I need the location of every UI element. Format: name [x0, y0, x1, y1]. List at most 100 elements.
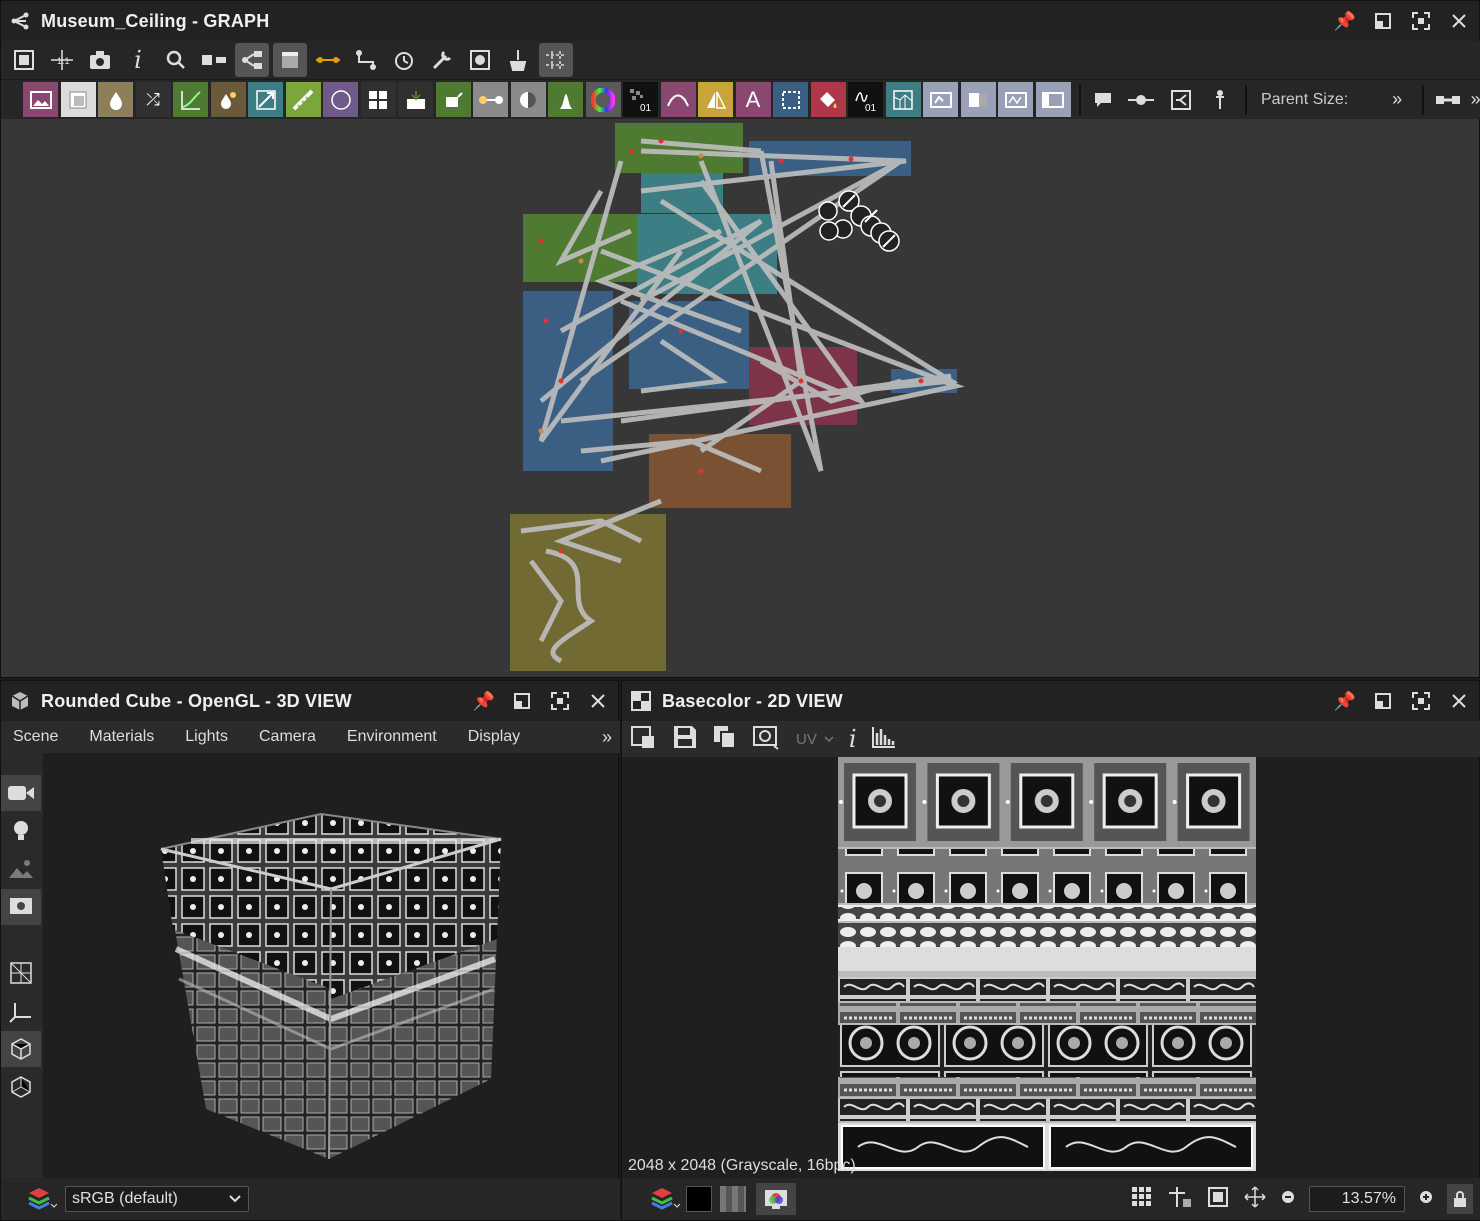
search-icon[interactable] [159, 43, 193, 77]
info-icon[interactable]: i [849, 725, 857, 753]
bounding-box-icon[interactable] [1, 1069, 41, 1105]
color-drop-icon[interactable] [210, 82, 246, 117]
pivot-icon[interactable] [1167, 1185, 1193, 1214]
shuffle-icon[interactable]: ⤮ [135, 82, 171, 117]
refresh-timer-icon[interactable] [387, 43, 421, 77]
fit-to-view-icon[interactable]: 1:1 [45, 43, 79, 77]
switch-node-icon[interactable] [1162, 82, 1200, 117]
float-icon[interactable] [1371, 689, 1395, 713]
align-nodes-icon[interactable] [197, 43, 231, 77]
histogram-icon[interactable] [871, 725, 897, 754]
save-icon[interactable] [672, 724, 698, 755]
lock-icon[interactable] [1447, 1184, 1473, 1214]
fx-01-icon[interactable]: 01 [848, 82, 883, 117]
histogram-icon[interactable] [548, 82, 583, 117]
grid-view-icon[interactable] [1131, 1186, 1153, 1213]
black-background-swatch[interactable] [686, 1186, 712, 1212]
overflow-chevron-icon[interactable]: » [1392, 89, 1402, 110]
connector-icon[interactable] [473, 82, 508, 117]
image-input-icon[interactable] [23, 82, 58, 117]
pin-icon[interactable]: 📌 [472, 689, 496, 713]
maximize-icon[interactable] [1409, 9, 1433, 33]
basecolor-texture-preview[interactable] [838, 757, 1256, 1171]
chevron-down-icon[interactable] [823, 735, 835, 743]
menu-scene[interactable]: Scene [13, 728, 58, 746]
publish-icon[interactable] [463, 43, 497, 77]
curve-icon[interactable] [173, 82, 208, 117]
menu-lights[interactable]: Lights [185, 728, 228, 746]
frame-olive[interactable] [510, 514, 666, 671]
pin-icon[interactable]: 📌 [1333, 689, 1357, 713]
refresh-view-icon[interactable] [752, 724, 782, 755]
menu-camera[interactable]: Camera [259, 728, 316, 746]
uv-toggle[interactable]: UV [796, 731, 817, 748]
frames-icon[interactable] [273, 43, 307, 77]
maximize-icon[interactable] [548, 689, 572, 713]
circle-shape-icon[interactable] [323, 82, 358, 117]
tile-grid-icon[interactable] [360, 82, 396, 117]
display-settings-icon[interactable] [1, 889, 41, 925]
noise-01-icon[interactable]: 01 [623, 82, 658, 117]
paint-bucket-icon[interactable] [810, 82, 846, 117]
menu-display[interactable]: Display [468, 728, 520, 746]
zoom-in-icon[interactable] [1419, 1190, 1433, 1209]
colorspace-select[interactable]: sRGB (default) [65, 1186, 249, 1212]
checker-background-swatch[interactable] [720, 1186, 746, 1212]
color-display-icon[interactable] [756, 1183, 796, 1215]
cube-view-icon[interactable] [1, 1031, 41, 1067]
export-icon[interactable] [630, 724, 658, 755]
pin-icon[interactable]: 📌 [1333, 9, 1357, 33]
frame-all-icon[interactable] [7, 43, 41, 77]
link-style-icon[interactable] [349, 43, 383, 77]
graph-canvas[interactable] [1, 120, 1479, 678]
layers-icon[interactable] [27, 1186, 57, 1212]
node-graph[interactable] [1, 120, 1479, 678]
graph-layout-icon[interactable] [235, 43, 269, 77]
camera-snapshot-icon[interactable] [83, 43, 117, 77]
fx-map-icon[interactable] [960, 82, 996, 117]
spline-icon[interactable] [660, 82, 696, 117]
rounded-cube-preview[interactable] [151, 809, 511, 1167]
overflow-chevron-icon[interactable]: » [1471, 89, 1480, 110]
wireframe-icon[interactable] [1, 955, 41, 991]
selection-icon[interactable] [773, 82, 808, 117]
light-bulb-icon[interactable] [1, 813, 41, 849]
float-icon[interactable] [510, 689, 534, 713]
camera-icon[interactable] [1, 775, 41, 811]
pin-node-icon[interactable] [1203, 82, 1237, 117]
map-icon[interactable] [885, 82, 921, 117]
comment-icon[interactable] [1087, 82, 1119, 117]
environment-icon[interactable] [1, 851, 41, 887]
float-icon[interactable] [1371, 9, 1395, 33]
value-processor-icon[interactable] [1035, 82, 1071, 117]
half-circle-icon[interactable] [510, 82, 546, 117]
fill-bucket-icon[interactable] [435, 82, 471, 117]
mirror-icon[interactable] [698, 82, 733, 117]
import-icon[interactable] [398, 82, 433, 117]
copy-icon[interactable] [712, 724, 738, 755]
pixel-processor-icon[interactable] [923, 82, 958, 117]
close-icon[interactable] [1447, 689, 1471, 713]
text-icon[interactable]: A [735, 82, 771, 117]
warp-icon[interactable] [248, 82, 283, 117]
link-icon[interactable] [311, 43, 345, 77]
pan-icon[interactable] [1243, 1185, 1267, 1214]
layers-icon[interactable] [650, 1186, 680, 1212]
dot-node-icon[interactable] [1122, 82, 1160, 117]
menu-environment[interactable]: Environment [347, 728, 437, 746]
info-icon[interactable]: i [121, 43, 155, 77]
zoom-out-icon[interactable] [1281, 1190, 1295, 1209]
tools-icon[interactable] [425, 43, 459, 77]
fit-icon[interactable] [1207, 1186, 1229, 1213]
drop-icon[interactable] [98, 82, 133, 117]
function-graph-icon[interactable] [998, 82, 1033, 117]
maximize-icon[interactable] [1409, 689, 1433, 713]
clean-icon[interactable] [501, 43, 535, 77]
node-link-icon[interactable] [1432, 82, 1464, 117]
snap-grid-icon[interactable] [539, 43, 573, 77]
overflow-chevron-icon[interactable]: » [602, 727, 612, 748]
bitmap-icon[interactable] [60, 82, 96, 117]
close-icon[interactable] [1447, 9, 1471, 33]
color-wheel-icon[interactable] [585, 82, 621, 117]
gradient-ruler-icon[interactable] [285, 82, 321, 117]
